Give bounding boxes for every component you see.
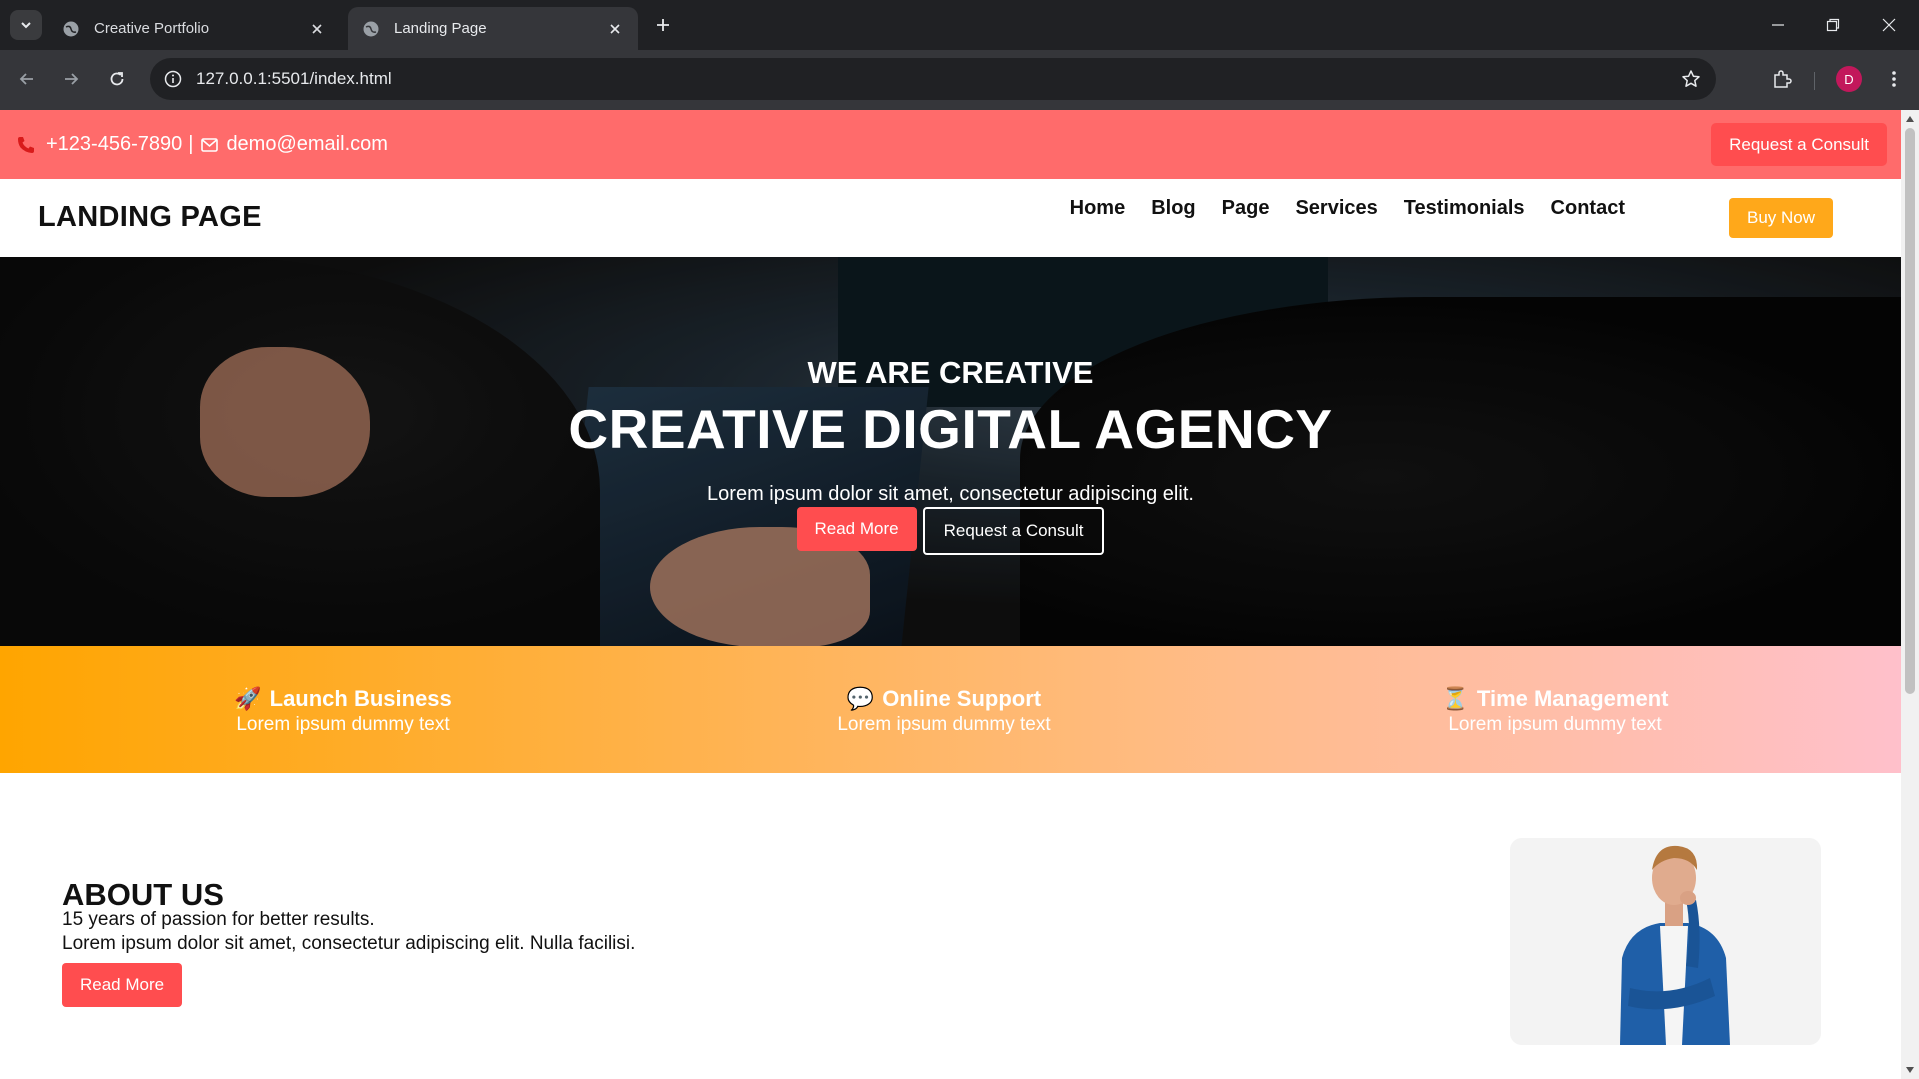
email-address[interactable]: demo@email.com [226,133,387,156]
nav-item-blog[interactable]: Blog [1151,197,1195,220]
features-band: 🚀 Launch Business Lorem ipsum dummy text… [0,646,1901,773]
speech-bubble-icon: 💬 [846,686,875,711]
hero-read-more-button[interactable]: Read More [796,507,917,551]
about-section: ABOUT US 15 years of passion for better … [0,773,1901,1079]
close-tab-icon[interactable] [606,20,624,38]
about-body: Lorem ipsum dolor sit amet, consectetur … [62,933,636,954]
hero-section: WE ARE CREATIVE CREATIVE DIGITAL AGENCY … [0,257,1901,646]
arrow-right-icon [65,73,79,85]
man-thinking-illustration [1510,838,1821,1045]
extensions-button[interactable] [1767,64,1797,94]
phone-icon [16,135,36,155]
feature-description: Lorem ipsum dummy text [236,714,450,735]
restore-button[interactable] [1806,0,1860,50]
scrollbar-thumb[interactable] [1905,128,1915,694]
feature-description: Lorem ipsum dummy text [837,714,1051,735]
scroll-up-arrow-icon[interactable] [1906,116,1914,122]
hourglass-icon: ⏳ [1441,686,1469,711]
bookmark-star-icon[interactable] [1680,68,1702,90]
forward-button[interactable] [56,64,86,94]
tab-landing-page[interactable]: Landing Page [348,7,638,50]
close-tab-icon[interactable] [308,20,326,38]
nav-item-contact[interactable]: Contact [1551,197,1625,220]
reload-icon [110,72,124,86]
hero-title: CREATIVE DIGITAL AGENCY [568,398,1333,460]
site-info-icon[interactable] [162,68,184,90]
feature-title: Online Support [882,686,1042,711]
feature-launch-business: 🚀 Launch Business Lorem ipsum dummy text [228,686,458,736]
back-button[interactable] [12,64,42,94]
more-vertical-icon [1892,71,1896,87]
address-bar[interactable]: 127.0.0.1:5501/index.html [150,58,1716,100]
mail-icon [201,137,219,152]
plus-icon [657,19,669,31]
topbar-consult-button[interactable]: Request a Consult [1711,123,1887,166]
about-heading: ABOUT US [62,877,224,912]
feature-time-management: ⏳ Time Management Lorem ipsum dummy text [1425,686,1685,736]
new-tab-button[interactable] [652,12,674,38]
scroll-down-arrow-icon[interactable] [1906,1067,1914,1073]
tab-search-button[interactable] [10,10,42,40]
tab-title: Landing Page [394,20,487,37]
rocket-icon: 🚀 [234,686,262,711]
nav-item-home[interactable]: Home [1070,197,1126,220]
hero-subtitle: WE ARE CREATIVE [807,355,1094,390]
feature-title: Time Management [1476,686,1669,711]
toolbar-separator [1814,72,1815,90]
about-read-more-button[interactable]: Read More [62,963,183,1007]
feature-title: Launch Business [269,686,452,711]
feature-online-support: 💬 Online Support Lorem ipsum dummy text [829,686,1059,736]
main-navbar: LANDING PAGE Home Blog Page Services Tes… [0,179,1901,257]
browser-menu-button[interactable] [1879,64,1909,94]
chevron-down-icon [21,22,31,29]
nav-menu: Home Blog Page Services Testimonials Con… [1070,197,1625,220]
restore-icon [1826,18,1840,32]
reload-button[interactable] [102,64,132,94]
site-logo[interactable]: LANDING PAGE [38,201,262,234]
phone-number[interactable]: +123-456-7890 [46,133,182,156]
feature-title-row: 💬 Online Support [829,686,1059,712]
nav-item-testimonials[interactable]: Testimonials [1404,197,1525,220]
globe-icon [362,20,380,38]
close-icon [1882,18,1896,32]
feature-title-row: 🚀 Launch Business [228,686,458,712]
close-window-button[interactable] [1862,0,1916,50]
contact-topbar: +123-456-7890 | demo@email.com Request a… [0,110,1901,179]
minimize-icon [1772,24,1784,26]
buy-now-button[interactable]: Buy Now [1729,198,1833,238]
minimize-button[interactable] [1751,0,1805,50]
browser-toolbar: 127.0.0.1:5501/index.html D [0,50,1919,110]
feature-description: Lorem ipsum dummy text [1448,714,1662,735]
profile-avatar[interactable]: D [1836,66,1862,92]
page-scrollbar[interactable] [1901,110,1919,1079]
contact-separator: | [188,133,194,155]
puzzle-icon [1774,70,1792,88]
hero-buttons: Read More Request a Consult [0,507,1901,555]
page-viewport: +123-456-7890 | demo@email.com Request a… [0,110,1901,1079]
globe-icon [62,20,80,38]
about-photo [1510,838,1821,1045]
tab-creative-portfolio[interactable]: Creative Portfolio [48,7,340,50]
nav-item-page[interactable]: Page [1222,197,1270,220]
hero-description: Lorem ipsum dolor sit amet, consectetur … [707,483,1194,505]
feature-title-row: ⏳ Time Management [1425,686,1685,712]
nav-item-services[interactable]: Services [1295,197,1377,220]
hero-consult-button[interactable]: Request a Consult [922,507,1105,555]
browser-tab-bar: Creative Portfolio Landing Page [0,0,1919,50]
about-tagline: 15 years of passion for better results. [62,909,375,930]
arrow-left-icon [19,73,33,85]
url-text: 127.0.0.1:5501/index.html [196,69,392,88]
tab-title: Creative Portfolio [94,20,210,37]
